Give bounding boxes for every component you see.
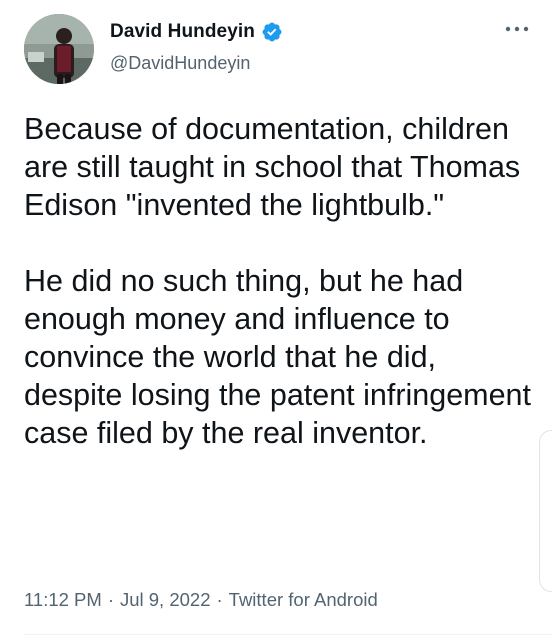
- author-name-row: David Hundeyin: [110, 21, 283, 43]
- tweet-text: Because of documentation, children are s…: [24, 110, 534, 452]
- tweet-paragraph: He did no such thing, but he had enough …: [24, 264, 531, 450]
- meta-separator: ·: [216, 589, 223, 610]
- scroll-edge-handle[interactable]: [539, 430, 552, 592]
- avatar[interactable]: [24, 14, 94, 84]
- display-name[interactable]: David Hundeyin: [110, 21, 255, 43]
- tweet-card: David Hundeyin @DavidHundeyin Because of…: [0, 0, 552, 640]
- tweet-meta: 11:12 PM · Jul 9, 2022 · Twitter for Android: [24, 589, 378, 611]
- tweet-source[interactable]: Twitter for Android: [229, 589, 378, 610]
- tweet-date[interactable]: Jul 9, 2022: [120, 589, 211, 610]
- tweet-paragraph: Because of documentation, children are s…: [24, 112, 521, 222]
- more-dots-icon[interactable]: [504, 22, 530, 36]
- meta-separator: ·: [107, 589, 114, 610]
- verified-badge-icon: [261, 21, 283, 43]
- divider: [24, 634, 552, 635]
- tweet-time[interactable]: 11:12 PM: [24, 589, 102, 610]
- author-handle[interactable]: @DavidHundeyin: [110, 53, 250, 74]
